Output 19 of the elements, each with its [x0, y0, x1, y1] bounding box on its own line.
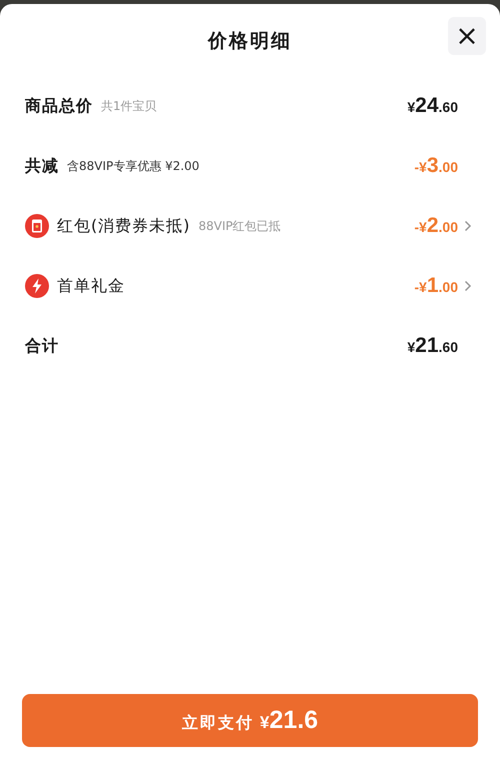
envelope-icon: [25, 214, 49, 238]
price-amount: ¥21.60: [407, 334, 458, 358]
row-label: 合计: [25, 336, 59, 356]
row-note: 共1件宝贝: [101, 98, 157, 114]
close-button[interactable]: ×: [448, 17, 486, 55]
row-label: 首单礼金: [57, 276, 125, 296]
lightning-icon: [25, 274, 49, 298]
row-label: 商品总价: [25, 96, 93, 116]
price-amount: -¥2.00: [414, 214, 458, 238]
row-label: 红包(消费券未抵): [57, 216, 190, 236]
price-amount: ¥24.60: [407, 94, 458, 118]
row-label: 共减: [25, 156, 59, 176]
row-note: 88VIP红包已抵: [198, 218, 281, 234]
row-note: 含88VIP专享优惠 ¥2.00: [67, 158, 200, 174]
sheet-title: 价格明细: [208, 29, 292, 54]
chevron-right-icon[interactable]: [464, 220, 472, 232]
price-amount: -¥1.00: [414, 274, 458, 298]
price-amount: -¥3.00: [414, 154, 458, 178]
chevron-right-icon[interactable]: [464, 280, 472, 292]
